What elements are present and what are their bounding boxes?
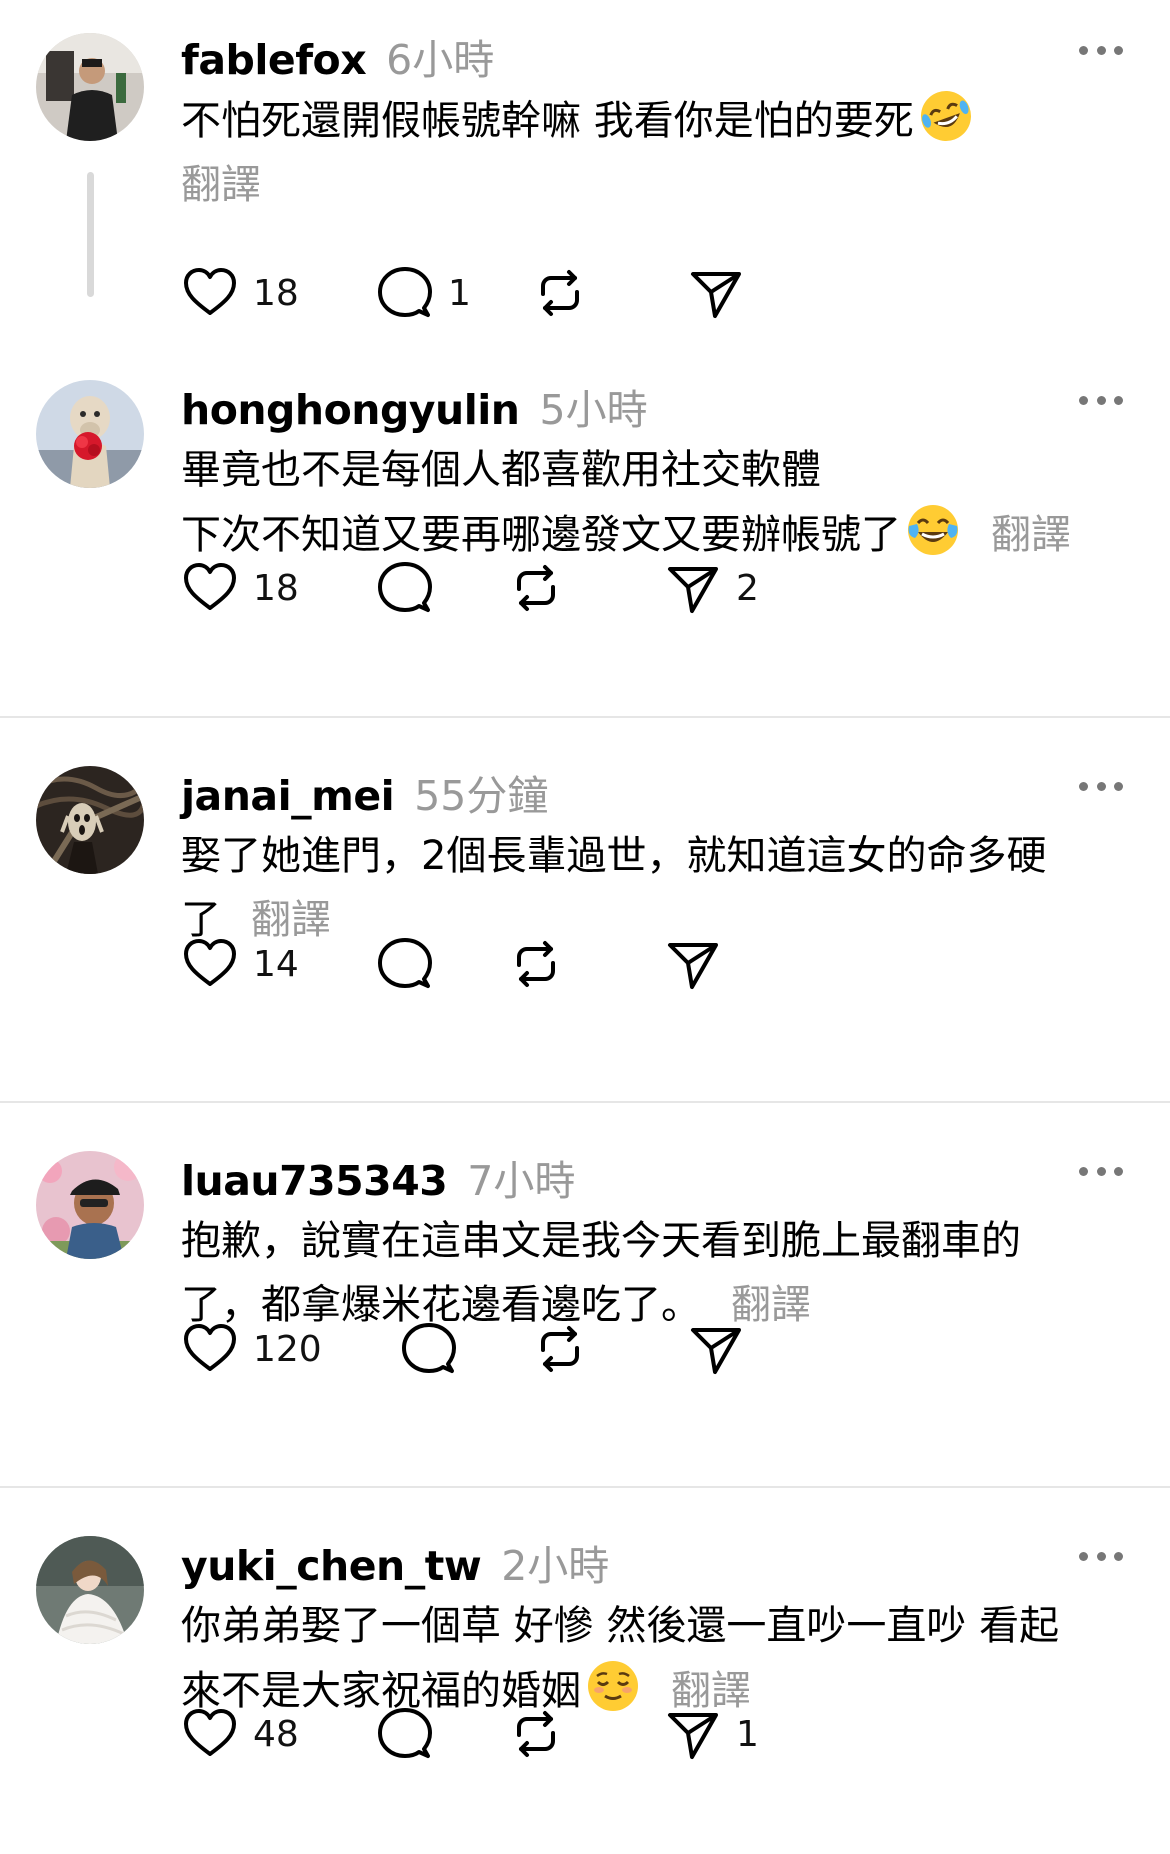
like-button[interactable]: 18 [181, 553, 299, 623]
share-button[interactable]: 1 [664, 1699, 759, 1769]
heart-icon [184, 563, 236, 610]
repost-icon [541, 1326, 579, 1372]
comment-text: 你弟弟娶了一個草 好慘 然後還一直吵一直吵 看起 來不是大家祝福的婚姻 翻譯 [181, 1594, 1141, 1723]
avatar[interactable] [36, 766, 144, 874]
username[interactable]: luau735343 [181, 1157, 448, 1205]
heart-icon [184, 1324, 236, 1371]
comment-item: luau735343 7小時 抱歉，說實在這串文是我今天看到脆上最翻車的 了，都… [0, 1121, 1170, 1481]
repost-icon [517, 565, 555, 611]
like-button[interactable]: 14 [181, 929, 299, 999]
share-icon [691, 272, 741, 318]
avatar[interactable] [36, 33, 144, 141]
repost-button[interactable] [507, 553, 565, 623]
comment-text: 娶了她進門，2個長輩過世，就知道這女的命多硬 了翻譯 [181, 824, 1141, 952]
share-button[interactable] [687, 1314, 745, 1384]
comment-icon [378, 938, 432, 988]
username[interactable]: janai_mei [181, 772, 395, 820]
comment-line: 不怕死還開假帳號幹嘛 我看你是怕的要死 [181, 98, 914, 144]
like-button[interactable]: 18 [181, 258, 299, 328]
comment-icon [378, 267, 432, 317]
comment-text: 抱歉，說實在這串文是我今天看到脆上最翻車的 了，都拿爆米花邊看邊吃了。 翻譯 [181, 1209, 1141, 1337]
username[interactable]: honghongyulin [181, 386, 520, 434]
thread-line [87, 172, 94, 297]
heart-icon [184, 1709, 236, 1756]
share-count: 2 [736, 567, 759, 609]
timestamp: 2小時 [501, 1542, 610, 1590]
like-button[interactable]: 120 [181, 1314, 322, 1384]
share-icon [668, 943, 718, 989]
comment-item: fablefox 6小時 不怕死還開假帳號幹嘛 我看你是怕的要死 翻譯 18 1 [0, 0, 1170, 318]
avatar[interactable] [36, 1151, 144, 1259]
share-button[interactable] [664, 929, 722, 999]
translate-link[interactable]: 翻譯 [181, 153, 1141, 217]
divider [0, 1101, 1170, 1103]
comment-item: yuki_chen_tw 2小時 你弟弟娶了一個草 好慘 然後還一直吵一直吵 看… [0, 1506, 1170, 1854]
reply-button[interactable] [376, 1699, 434, 1769]
heart-icon [184, 939, 236, 986]
share-button[interactable] [687, 258, 745, 328]
username[interactable]: yuki_chen_tw [181, 1542, 482, 1590]
like-count: 18 [253, 567, 299, 609]
share-button[interactable]: 2 [664, 553, 759, 623]
comment-icon [378, 562, 432, 612]
repost-button[interactable] [507, 1699, 565, 1769]
more-icon[interactable] [1079, 390, 1123, 410]
reply-button[interactable]: 1 [376, 258, 471, 328]
heart-icon [184, 268, 236, 315]
relieved-face-emoji [588, 1661, 638, 1711]
like-button[interactable]: 48 [181, 1699, 299, 1769]
comment-text: 畢竟也不是每個人都喜歡用社交軟體 下次不知道又要再哪邊發文又要辦帳號了 翻譯 [181, 438, 1141, 567]
comment-item: honghongyulin 5小時 畢竟也不是每個人都喜歡用社交軟體 下次不知道… [0, 350, 1170, 722]
more-icon[interactable] [1079, 1161, 1123, 1181]
comment-item: janai_mei 55分鐘 娶了她進門，2個長輩過世，就知道這女的命多硬 了翻… [0, 736, 1170, 1096]
comment-line: 畢竟也不是每個人都喜歡用社交軟體 [181, 447, 821, 493]
repost-icon [517, 941, 555, 987]
timestamp: 7小時 [467, 1157, 576, 1205]
tears-of-joy-emoji [908, 505, 958, 555]
reply-count: 1 [448, 272, 471, 314]
comment-feed: fablefox 6小時 不怕死還開假帳號幹嘛 我看你是怕的要死 翻譯 18 1 [0, 0, 1170, 1854]
share-icon [668, 567, 718, 613]
comment-line: 抱歉，說實在這串文是我今天看到脆上最翻車的 [181, 1218, 1021, 1264]
rolling-laughing-emoji [920, 91, 971, 141]
more-icon[interactable] [1079, 40, 1123, 60]
more-icon[interactable] [1079, 1546, 1123, 1566]
like-count: 18 [253, 272, 299, 314]
comment-icon [378, 1708, 432, 1758]
comment-icon [402, 1323, 456, 1373]
repost-button[interactable] [531, 1314, 589, 1384]
repost-button[interactable] [507, 929, 565, 999]
comment-text: 不怕死還開假帳號幹嘛 我看你是怕的要死 翻譯 [181, 88, 1141, 217]
timestamp: 5小時 [539, 386, 648, 434]
divider [0, 1486, 1170, 1488]
like-count: 120 [253, 1328, 322, 1370]
avatar[interactable] [36, 1536, 144, 1644]
share-icon [668, 1713, 718, 1759]
repost-button[interactable] [531, 258, 589, 328]
share-count: 1 [736, 1713, 759, 1755]
timestamp: 55分鐘 [414, 772, 549, 820]
comment-line: 下次不知道又要再哪邊發文又要辦帳號了 [181, 512, 901, 558]
comment-line: 你弟弟娶了一個草 好慘 然後還一直吵一直吵 看起 [181, 1603, 1060, 1649]
divider [0, 716, 1170, 718]
timestamp: 6小時 [386, 36, 495, 84]
repost-icon [541, 270, 579, 316]
like-count: 14 [253, 943, 299, 985]
username[interactable]: fablefox [181, 36, 367, 84]
like-count: 48 [253, 1713, 299, 1755]
reply-button[interactable] [376, 553, 434, 623]
repost-icon [517, 1711, 555, 1757]
avatar[interactable] [36, 380, 144, 488]
share-icon [691, 1328, 741, 1374]
reply-button[interactable] [376, 929, 434, 999]
reply-button[interactable] [400, 1314, 458, 1384]
comment-line: 娶了她進門，2個長輩過世，就知道這女的命多硬 [181, 833, 1047, 879]
translate-link[interactable]: 翻譯 [991, 512, 1071, 558]
more-icon[interactable] [1079, 776, 1123, 796]
